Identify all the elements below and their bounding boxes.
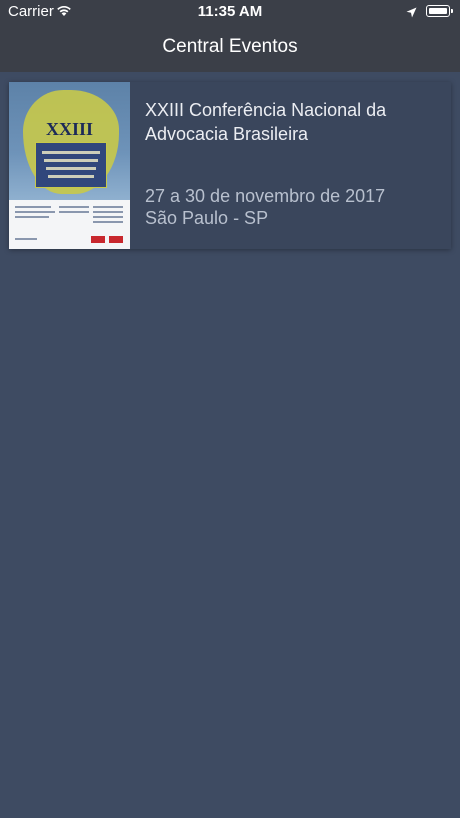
status-time: 11:35 AM [197, 3, 263, 20]
poster-title-line [46, 167, 96, 170]
poster-title-box [35, 142, 107, 188]
battery-fill [429, 8, 447, 14]
location-arrow-icon [406, 5, 417, 22]
poster-text-line [59, 206, 89, 208]
event-date: 27 a 30 de novembro de 2017 [145, 186, 386, 206]
poster-text-line [93, 221, 123, 223]
battery-icon [426, 5, 453, 17]
poster-heading: XXIII [45, 119, 93, 139]
poster-title-line [42, 151, 100, 154]
poster-text-line [93, 211, 123, 213]
poster-logo [91, 236, 105, 243]
event-poster-image: XXIII [9, 82, 130, 249]
poster-title-line [48, 175, 94, 178]
event-location: São Paulo - SP [145, 208, 269, 228]
poster-logo [109, 236, 123, 243]
event-card[interactable]: XXIII XXIII Conferência Nacional da Advo… [9, 82, 451, 249]
event-title: XXIII Conferência Nacional da Advocacia … [145, 100, 387, 144]
page-title: Central Eventos [162, 36, 298, 57]
poster-title-line [44, 159, 98, 162]
poster-text-line [15, 238, 37, 240]
battery-tip [451, 9, 453, 13]
navigation-bar: Carrier 11:35 AM Central Eventos [0, 0, 460, 72]
poster-text-line [93, 206, 123, 208]
poster-text-line [93, 216, 123, 218]
status-bar: Carrier 11:35 AM [0, 0, 460, 24]
poster-text-line [15, 206, 51, 208]
poster-text-line [15, 216, 49, 218]
poster-text-line [59, 211, 89, 213]
poster-text-line [15, 211, 55, 213]
